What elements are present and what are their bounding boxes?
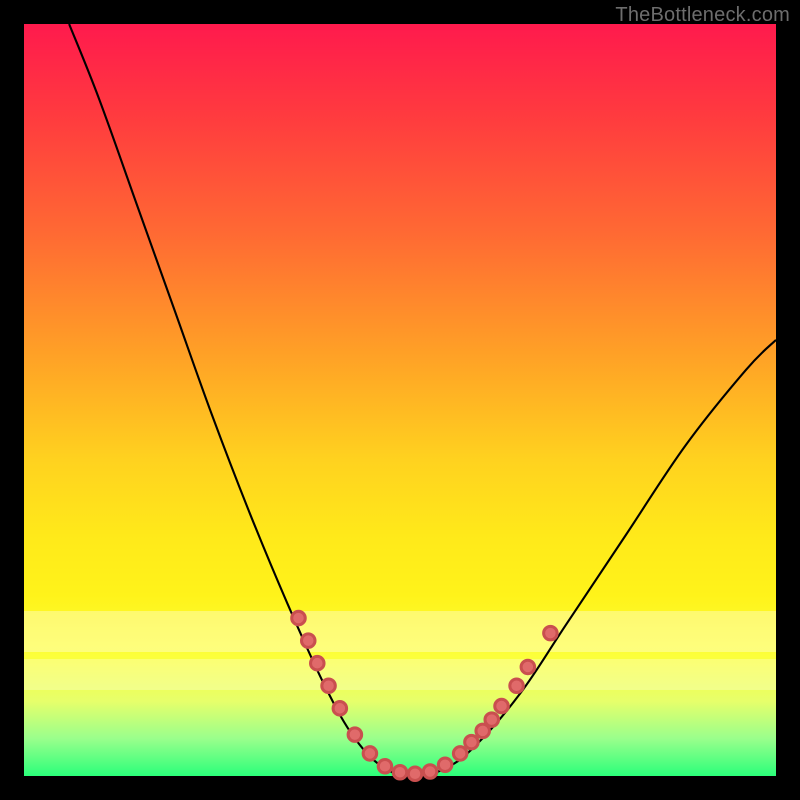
attribution-watermark: TheBottleneck.com: [615, 4, 790, 27]
data-point: [363, 747, 377, 761]
data-point: [311, 656, 325, 670]
data-point: [495, 699, 509, 713]
data-point: [453, 747, 467, 761]
data-point: [408, 767, 422, 781]
data-point: [378, 759, 392, 773]
data-point: [423, 765, 437, 779]
data-point: [322, 679, 336, 693]
data-point: [521, 660, 535, 674]
chart-svg: [24, 24, 776, 776]
data-point: [465, 735, 479, 749]
data-point: [348, 728, 362, 742]
data-point: [333, 702, 347, 716]
data-point: [485, 713, 499, 727]
data-point: [301, 634, 315, 648]
data-point: [544, 626, 558, 640]
chart-plot-area: [24, 24, 776, 776]
data-point: [292, 611, 306, 625]
data-point: [438, 758, 452, 772]
bottleneck-curve: [69, 24, 776, 776]
data-point: [393, 765, 407, 779]
data-point: [510, 679, 524, 693]
